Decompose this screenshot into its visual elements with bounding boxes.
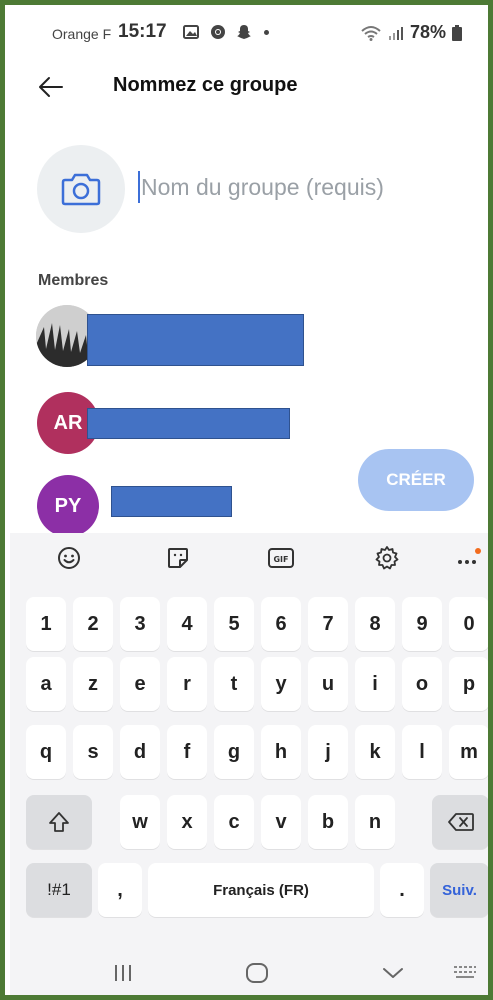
home-icon[interactable] bbox=[245, 962, 269, 984]
next-key[interactable]: Suiv. bbox=[430, 863, 488, 917]
key-r[interactable]: r bbox=[167, 657, 207, 711]
member-name-redacted bbox=[111, 486, 232, 517]
emoji-icon[interactable] bbox=[54, 543, 84, 573]
shift-icon bbox=[49, 812, 69, 832]
page-title: Nommez ce groupe bbox=[113, 74, 298, 96]
key-z[interactable]: z bbox=[73, 657, 113, 711]
key-l[interactable]: l bbox=[402, 725, 442, 779]
sticker-icon[interactable] bbox=[163, 543, 193, 573]
key-t[interactable]: t bbox=[214, 657, 254, 711]
wifi-icon bbox=[361, 25, 381, 41]
key-s[interactable]: s bbox=[73, 725, 113, 779]
phone-screen: Orange F 15:17 78% Nommez ce groupe Nom … bbox=[0, 0, 493, 1000]
key-0[interactable]: 0 bbox=[449, 597, 488, 651]
key-a[interactable]: a bbox=[26, 657, 66, 711]
members-heading: Membres bbox=[38, 272, 109, 289]
member-name-redacted bbox=[87, 408, 290, 439]
more-options-icon[interactable] bbox=[453, 543, 483, 573]
key-d[interactable]: d bbox=[120, 725, 160, 779]
member-name-redacted bbox=[87, 314, 304, 366]
status-bar: Orange F 15:17 78% bbox=[5, 5, 488, 61]
key-g[interactable]: g bbox=[214, 725, 254, 779]
key-w[interactable]: w bbox=[120, 795, 160, 849]
key-5[interactable]: 5 bbox=[214, 597, 254, 651]
backspace-icon bbox=[447, 813, 474, 831]
camera-icon bbox=[61, 173, 101, 206]
keyboard-toolbar: GIF bbox=[10, 533, 488, 587]
avatar-initials: AR bbox=[53, 411, 83, 434]
hide-keyboard-icon[interactable] bbox=[380, 962, 406, 984]
clock: 15:17 bbox=[118, 21, 167, 42]
key-m[interactable]: m bbox=[449, 725, 488, 779]
avatar-initials: PY bbox=[54, 494, 82, 517]
gallery-icon bbox=[183, 25, 199, 39]
create-button[interactable]: CRÉER bbox=[358, 449, 474, 511]
key-8[interactable]: 8 bbox=[355, 597, 395, 651]
key-6[interactable]: 6 bbox=[261, 597, 301, 651]
key-k[interactable]: k bbox=[355, 725, 395, 779]
period-key[interactable]: . bbox=[380, 863, 424, 917]
snapchat-icon bbox=[237, 25, 251, 39]
key-h[interactable]: h bbox=[261, 725, 301, 779]
member-avatar: PY bbox=[37, 475, 99, 537]
more-notifications-dot bbox=[264, 29, 269, 35]
key-x[interactable]: x bbox=[167, 795, 207, 849]
battery-percentage: 78% bbox=[409, 22, 446, 42]
group-name-input[interactable] bbox=[141, 169, 461, 205]
back-arrow-icon[interactable] bbox=[37, 73, 65, 101]
key-n[interactable]: n bbox=[355, 795, 395, 849]
symbols-key[interactable]: !#1 bbox=[26, 863, 92, 917]
navigation-bar bbox=[10, 948, 488, 995]
recent-apps-icon[interactable] bbox=[112, 962, 134, 984]
text-cursor bbox=[138, 171, 140, 203]
backspace-key[interactable] bbox=[432, 795, 488, 849]
battery-icon bbox=[452, 24, 462, 41]
key-y[interactable]: y bbox=[261, 657, 301, 711]
space-key[interactable]: Français (FR) bbox=[148, 863, 374, 917]
key-u[interactable]: u bbox=[308, 657, 348, 711]
comma-key[interactable]: , bbox=[98, 863, 142, 917]
key-j[interactable]: j bbox=[308, 725, 348, 779]
key-b[interactable]: b bbox=[308, 795, 348, 849]
key-o[interactable]: o bbox=[402, 657, 442, 711]
signal-icon bbox=[388, 26, 403, 40]
chrome-icon bbox=[211, 25, 225, 39]
group-photo-button[interactable] bbox=[37, 145, 125, 233]
settings-icon[interactable] bbox=[372, 543, 402, 573]
shift-key[interactable] bbox=[26, 795, 92, 849]
key-i[interactable]: i bbox=[355, 657, 395, 711]
key-9[interactable]: 9 bbox=[402, 597, 442, 651]
gif-icon[interactable]: GIF bbox=[266, 543, 296, 573]
notification-icons bbox=[183, 24, 269, 40]
key-3[interactable]: 3 bbox=[120, 597, 160, 651]
key-q[interactable]: q bbox=[26, 725, 66, 779]
key-4[interactable]: 4 bbox=[167, 597, 207, 651]
key-7[interactable]: 7 bbox=[308, 597, 348, 651]
key-e[interactable]: e bbox=[120, 657, 160, 711]
key-f[interactable]: f bbox=[167, 725, 207, 779]
soft-keyboard: GIF 1 2 3 4 5 6 7 8 9 0 a z e r t y u i … bbox=[10, 533, 488, 995]
key-2[interactable]: 2 bbox=[73, 597, 113, 651]
system-indicators: 78% bbox=[360, 22, 462, 43]
svg-text:GIF: GIF bbox=[273, 555, 288, 564]
key-c[interactable]: c bbox=[214, 795, 254, 849]
key-1[interactable]: 1 bbox=[26, 597, 66, 651]
key-v[interactable]: v bbox=[261, 795, 301, 849]
keyboard-switch-icon[interactable] bbox=[452, 962, 478, 984]
carrier-label: Orange F bbox=[52, 26, 112, 42]
key-p[interactable]: p bbox=[449, 657, 488, 711]
